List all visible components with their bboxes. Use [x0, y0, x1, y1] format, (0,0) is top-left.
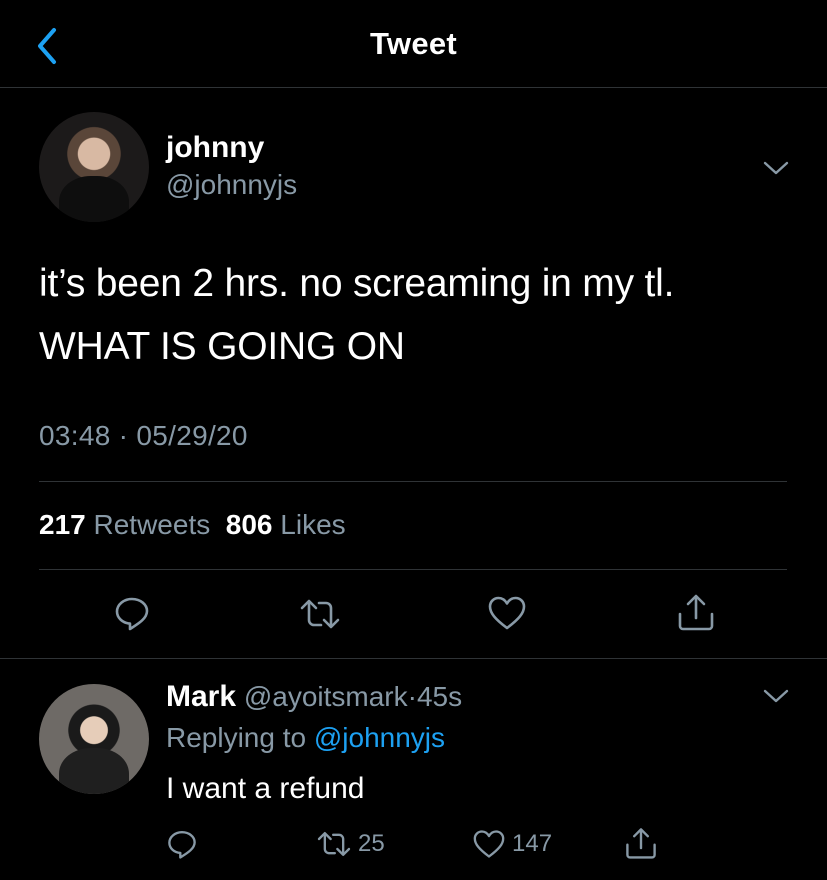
divider [0, 658, 827, 659]
likes-stat[interactable]: 806 Likes [226, 509, 346, 540]
reply-text: I want a refund [166, 772, 365, 805]
reply-share-button[interactable] [624, 826, 658, 865]
tweet-timestamp: 03:48 · 05/29/20 [39, 420, 248, 452]
tweet-date: 05/29/20 [136, 420, 248, 451]
separator-dot: · [407, 681, 417, 712]
retweet-button[interactable] [299, 596, 341, 637]
author-handle[interactable]: @johnnyjs [166, 169, 297, 201]
reply-options-button[interactable] [762, 686, 790, 706]
replying-to-label: Replying to [166, 722, 307, 753]
reply-icon [168, 831, 196, 859]
reply-avatar[interactable] [39, 684, 149, 794]
avatar[interactable] [39, 112, 149, 222]
retweet-icon [317, 832, 351, 856]
likes-count: 806 [225, 509, 273, 540]
like-icon [488, 596, 526, 630]
chevron-down-icon [763, 689, 789, 703]
chevron-down-icon [763, 161, 789, 175]
tweet-options-button[interactable] [762, 158, 790, 178]
tweet-text-line-1: it’s been 2 hrs. no screaming in my tl. [39, 262, 675, 305]
reply-author-name[interactable]: Mark [166, 680, 236, 713]
reply-age: 45s [416, 681, 463, 712]
reply-header: Mark @ayoitsmark·45s [166, 680, 462, 714]
divider [39, 481, 787, 482]
author-name[interactable]: johnny [166, 131, 264, 165]
reply-like-count: 147 [512, 830, 553, 857]
like-button[interactable] [487, 595, 527, 636]
reply-retweet-count: 25 [358, 830, 385, 857]
retweets-count: 217 [39, 509, 86, 540]
share-icon [678, 594, 714, 631]
retweets-stat[interactable]: 217 Retweets [39, 509, 210, 540]
reply-icon [115, 597, 149, 631]
replying-to: Replying to @johnnyjs [166, 722, 445, 754]
reply-author-handle[interactable]: @ayoitsmark [244, 681, 408, 712]
share-icon [626, 828, 656, 859]
page-title: Tweet [369, 26, 458, 61]
tweet-text-line-2: WHAT IS GOING ON [39, 325, 405, 368]
reply-retweet-button[interactable]: 25 [316, 829, 385, 859]
likes-label: Likes [280, 509, 346, 540]
reply-like-button[interactable]: 147 [472, 829, 552, 859]
like-icon [473, 830, 505, 858]
retweet-icon [300, 599, 340, 629]
tweet-time: 03:48 [39, 420, 111, 451]
replying-to-link[interactable]: @johnnyjs [314, 722, 445, 753]
separator-dot: · [118, 420, 129, 451]
tweet-stats: 217 Retweets 806 Likes [39, 509, 346, 541]
reply-reply-button[interactable] [166, 828, 198, 865]
retweets-label: Retweets [93, 509, 211, 540]
reply-button[interactable] [113, 594, 151, 637]
share-button[interactable] [676, 592, 716, 637]
divider [39, 569, 787, 570]
